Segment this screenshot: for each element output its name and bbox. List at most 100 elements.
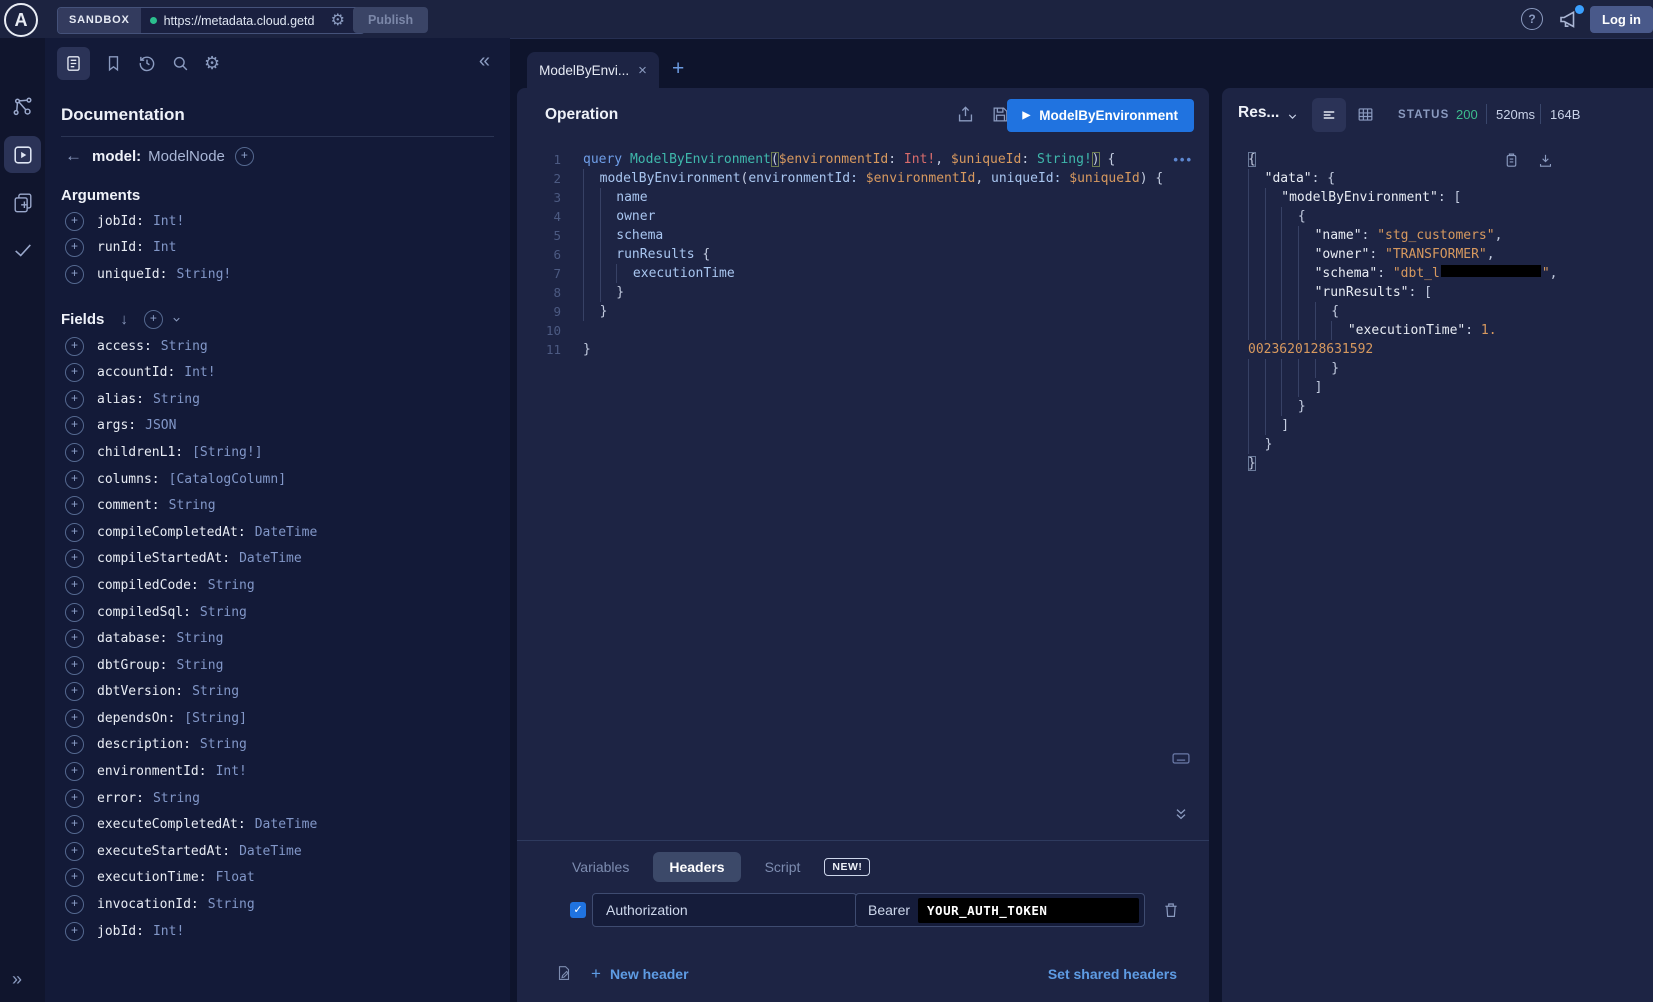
new-tab-button[interactable]: + <box>672 57 684 81</box>
field-type[interactable]: Int <box>153 240 176 255</box>
add-field-to-query-button[interactable]: + <box>65 735 84 754</box>
field-name-link[interactable]: database: <box>97 631 167 646</box>
field-name-link[interactable]: environmentId: <box>97 764 207 779</box>
field-name-link[interactable]: access: <box>97 339 152 354</box>
field-type[interactable]: Int! <box>184 365 215 380</box>
code-line[interactable]: 8} <box>517 283 1209 302</box>
share-icon[interactable] <box>956 105 975 124</box>
table-view-toggle[interactable] <box>1356 105 1375 124</box>
add-fields-button[interactable]: + <box>144 310 163 329</box>
code-line[interactable]: 9} <box>517 302 1209 321</box>
field-type[interactable]: String <box>200 737 247 752</box>
close-tab-icon[interactable]: × <box>638 62 647 79</box>
field-type[interactable]: Float <box>216 870 255 885</box>
code-line[interactable]: 5schema <box>517 226 1209 245</box>
field-type[interactable]: [CatalogColumn] <box>169 472 286 487</box>
field-type[interactable]: Int! <box>153 214 184 229</box>
add-field-to-query-button[interactable]: + <box>65 762 84 781</box>
header-value-input[interactable]: Bearer YOUR_AUTH_TOKEN <box>855 893 1145 927</box>
add-field-to-query-button[interactable]: + <box>65 443 84 462</box>
field-name-link[interactable]: compileCompletedAt: <box>97 525 246 540</box>
code-line[interactable]: 1query ModelByEnvironment($environmentId… <box>517 150 1209 169</box>
response-menu-chevron-icon[interactable] <box>1286 110 1299 123</box>
field-name-link[interactable]: dependsOn: <box>97 711 175 726</box>
field-name-link[interactable]: description: <box>97 737 191 752</box>
expand-rail-icon[interactable]: » <box>12 969 22 990</box>
field-type[interactable]: String! <box>176 267 231 282</box>
field-type[interactable]: String <box>169 498 216 513</box>
add-field-to-query-button[interactable]: + <box>65 238 84 257</box>
field-type[interactable]: Int! <box>216 764 247 779</box>
field-type[interactable]: String <box>176 631 223 646</box>
schema-graph-icon[interactable] <box>12 96 34 118</box>
add-field-to-query-button[interactable]: + <box>65 629 84 648</box>
auth-token-value[interactable]: YOUR_AUTH_TOKEN <box>918 898 1139 923</box>
field-type[interactable]: DateTime <box>239 551 302 566</box>
field-type[interactable]: [String!] <box>192 445 262 460</box>
field-name-link[interactable]: dbtVersion: <box>97 684 183 699</box>
add-field-to-query-button[interactable]: + <box>65 523 84 542</box>
add-field-to-query-button[interactable]: + <box>65 265 84 284</box>
field-type[interactable]: String <box>153 791 200 806</box>
add-field-to-query-button[interactable]: + <box>65 470 84 489</box>
add-field-to-query-button[interactable]: + <box>65 922 84 941</box>
set-shared-headers-link[interactable]: Set shared headers <box>1048 966 1177 982</box>
connection-settings-icon[interactable]: ⚙ <box>331 8 345 33</box>
tree-view-toggle-active[interactable] <box>1312 98 1346 132</box>
operation-collections-icon[interactable] <box>12 191 34 213</box>
field-name-link[interactable]: compiledCode: <box>97 578 199 593</box>
field-type[interactable]: DateTime <box>239 844 302 859</box>
login-button[interactable]: Log in <box>1590 6 1653 33</box>
field-name-link[interactable]: comment: <box>97 498 160 513</box>
field-name-link[interactable]: executionTime: <box>97 870 207 885</box>
tab-script[interactable]: Script <box>765 859 801 875</box>
field-name-link[interactable]: childrenL1: <box>97 445 183 460</box>
add-field-to-query-button[interactable]: + <box>65 895 84 914</box>
checks-icon[interactable] <box>12 239 34 261</box>
add-field-to-query-button[interactable]: + <box>65 709 84 728</box>
field-name-link[interactable]: jobId: <box>97 924 144 939</box>
back-arrow-icon[interactable]: ← <box>65 146 82 166</box>
code-line[interactable]: 3name <box>517 188 1209 207</box>
field-type[interactable]: String <box>200 605 247 620</box>
field-type[interactable]: DateTime <box>255 817 318 832</box>
endpoint-url-field[interactable]: https://metadata.cloud.getd ⚙ <box>141 8 364 33</box>
documentation-tab-active[interactable] <box>57 47 90 80</box>
explorer-settings-icon[interactable]: ⚙ <box>204 51 220 76</box>
sort-fields-icon[interactable]: ↓ <box>120 311 128 328</box>
field-type[interactable]: Int! <box>153 924 184 939</box>
add-field-to-query-button[interactable]: + <box>65 842 84 861</box>
field-type[interactable]: JSON <box>145 418 176 433</box>
field-name-link[interactable]: args: <box>97 418 136 433</box>
add-field-to-query-button[interactable]: + <box>65 390 84 409</box>
add-field-to-query-button[interactable]: + <box>65 576 84 595</box>
add-field-to-query-button[interactable]: + <box>65 363 84 382</box>
breadcrumb-type[interactable]: ModelNode <box>148 148 225 165</box>
field-name-link[interactable]: error: <box>97 791 144 806</box>
field-type[interactable]: String <box>161 339 208 354</box>
endpoint-url[interactable]: https://metadata.cloud.getd <box>164 14 324 28</box>
edit-as-text-icon[interactable] <box>555 964 573 982</box>
add-field-to-query-button[interactable]: + <box>65 815 84 834</box>
header-name-input[interactable]: Authorization <box>592 893 857 927</box>
add-field-to-query-button[interactable]: + <box>65 416 84 435</box>
code-line[interactable]: 4owner <box>517 207 1209 226</box>
add-field-to-query-button[interactable]: + <box>65 682 84 701</box>
announcements-icon[interactable] <box>1557 7 1583 33</box>
field-name-link[interactable]: alias: <box>97 392 144 407</box>
bookmarks-icon[interactable] <box>104 54 123 73</box>
new-header-button[interactable]: + New header <box>591 964 689 984</box>
field-name-link[interactable]: runId: <box>97 240 144 255</box>
field-name-link[interactable]: executeStartedAt: <box>97 844 230 859</box>
field-type[interactable]: DateTime <box>255 525 318 540</box>
field-name-link[interactable]: uniqueId: <box>97 267 167 282</box>
header-enabled-checkbox[interactable]: ✓ <box>570 902 586 918</box>
keyboard-shortcuts-icon[interactable] <box>1171 748 1191 768</box>
response-title[interactable]: Res... <box>1238 104 1279 122</box>
add-field-to-query-button[interactable]: + <box>65 656 84 675</box>
history-icon[interactable] <box>137 53 157 73</box>
code-line[interactable]: 2modelByEnvironment(environmentId: $envi… <box>517 169 1209 188</box>
field-type[interactable]: String <box>208 578 255 593</box>
tab-variables[interactable]: Variables <box>572 859 629 875</box>
field-name-link[interactable]: compileStartedAt: <box>97 551 230 566</box>
